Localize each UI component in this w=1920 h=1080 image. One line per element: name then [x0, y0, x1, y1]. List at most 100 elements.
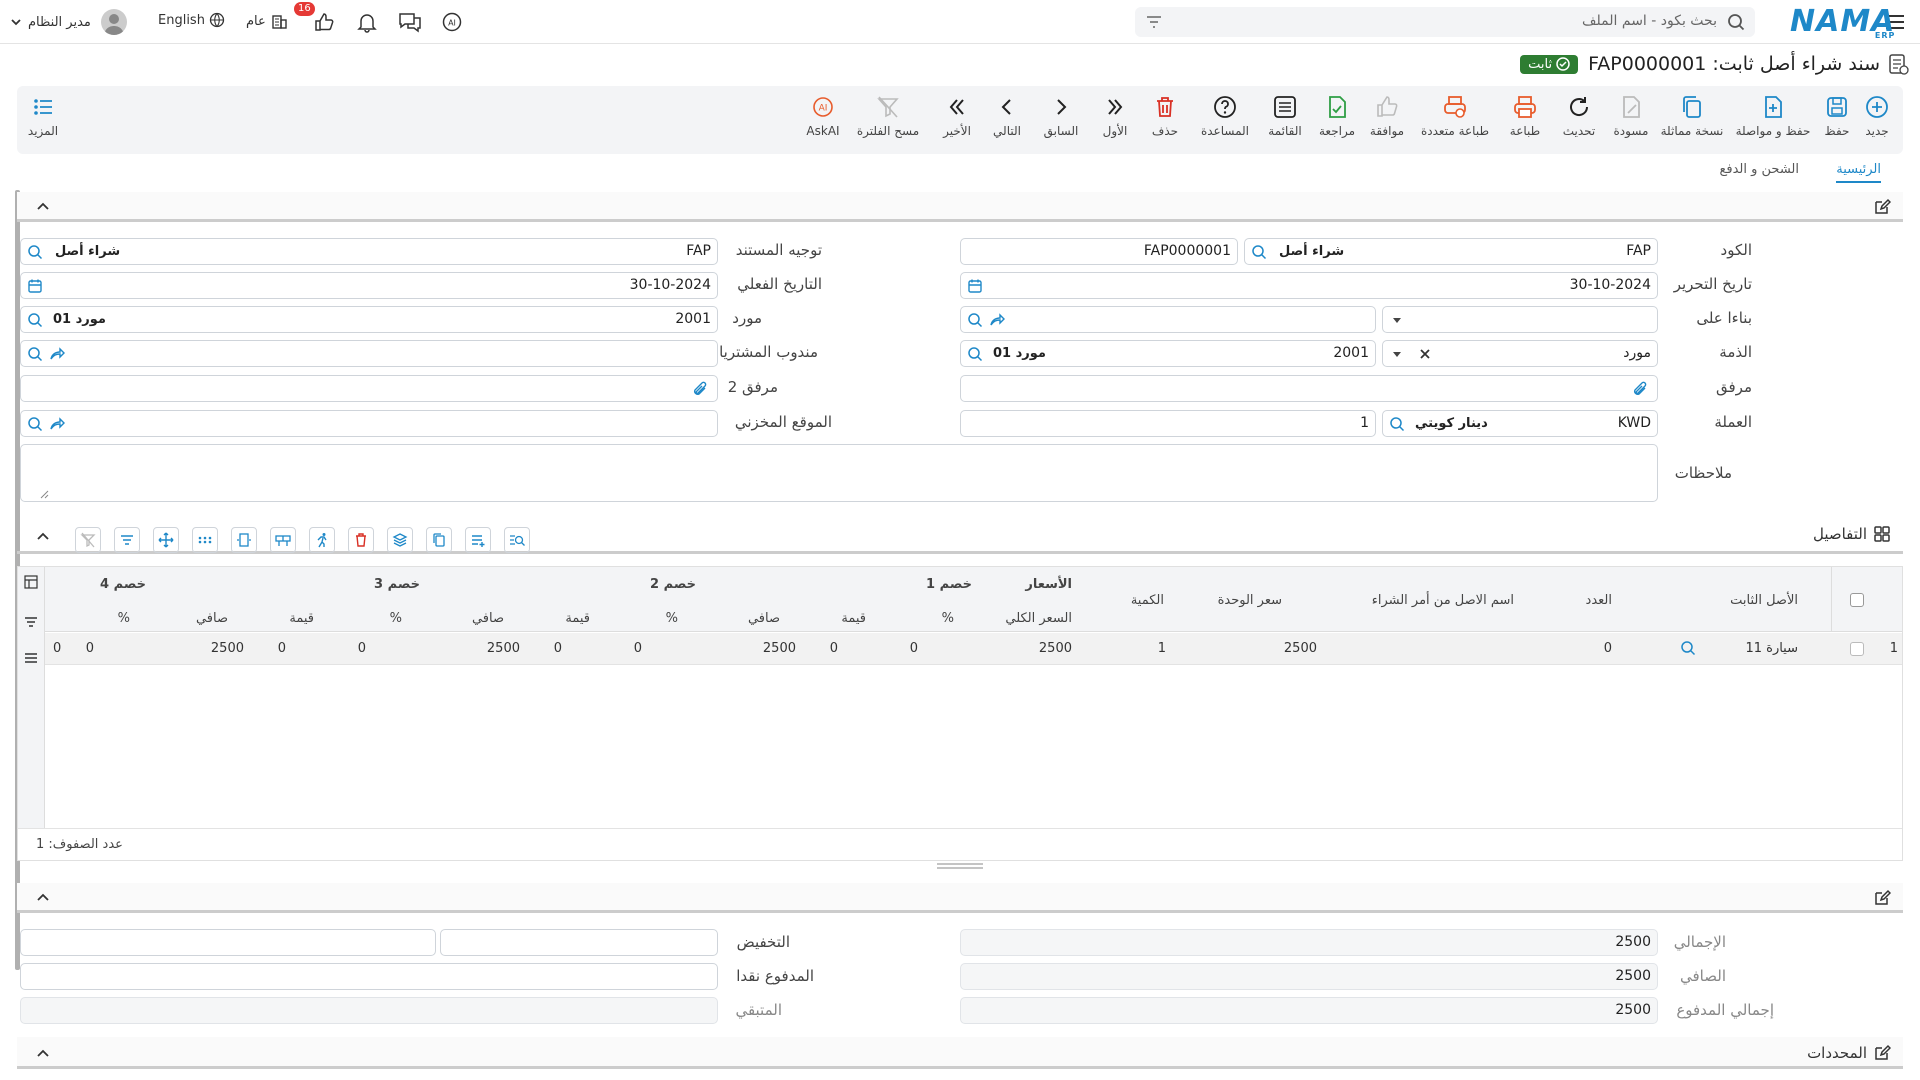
cell-disc1-pct[interactable]: 0	[910, 641, 918, 656]
currency-field[interactable]: KWD دينار كويتي	[1382, 410, 1658, 437]
col-asset[interactable]: الأصل الثابت	[1730, 593, 1798, 608]
cell-disc4-pct[interactable]: 0	[53, 641, 61, 656]
company-switch[interactable]: عام	[246, 12, 288, 30]
supplier-field[interactable]: 2001 مورد 01	[20, 306, 718, 333]
layers-icon[interactable]	[387, 527, 413, 553]
cell-disc2-value[interactable]: 0	[554, 641, 562, 656]
delete-button[interactable]: حذف	[1147, 94, 1183, 138]
chat-icon[interactable]	[398, 11, 422, 33]
cell-disc3-net[interactable]: 2500	[211, 641, 244, 656]
cell-count[interactable]: 0	[1604, 641, 1612, 656]
share-icon[interactable]	[989, 312, 1005, 328]
table-settings-icon[interactable]	[270, 527, 296, 553]
cell-total[interactable]: 2500	[1039, 641, 1072, 656]
move-icon[interactable]	[153, 527, 179, 553]
dots-grid-icon[interactable]	[192, 527, 218, 553]
notes-textarea[interactable]	[20, 444, 1658, 502]
first-button[interactable]: الأول	[1097, 94, 1133, 138]
user-menu[interactable]: مدير النظام	[10, 9, 127, 35]
lookup-icon[interactable]	[1680, 640, 1696, 656]
cell-qty[interactable]: 1	[1158, 641, 1166, 656]
search-icon[interactable]	[1727, 13, 1745, 31]
discount-value-field[interactable]	[20, 929, 436, 956]
col-disc1-pct[interactable]: %	[942, 611, 954, 626]
tab-main[interactable]: الرئيسية	[1836, 162, 1881, 183]
clear-icon[interactable]	[1417, 346, 1433, 362]
askai-button[interactable]: AI AskAI	[803, 94, 843, 138]
search-input[interactable]: بحث بكود - اسم الملف	[1582, 13, 1717, 29]
share-icon[interactable]	[49, 346, 65, 362]
calendar-icon[interactable]	[967, 278, 983, 294]
more-button[interactable]: المزيد	[25, 94, 61, 138]
chevron-up-icon[interactable]	[35, 198, 51, 214]
col-count[interactable]: العدد	[1586, 593, 1612, 608]
help-button[interactable]: المساعدة	[1199, 94, 1251, 138]
col-unit-price[interactable]: سعر الوحدة	[1218, 593, 1282, 608]
cell-asset[interactable]: سيارة 11	[1745, 641, 1798, 656]
refresh-button[interactable]: تحديث	[1559, 94, 1599, 138]
based-on-type-select[interactable]	[1382, 306, 1658, 333]
cell-unit-price[interactable]: 2500	[1284, 641, 1317, 656]
row-checkbox[interactable]	[1850, 642, 1864, 656]
new-button[interactable]: جديد	[1857, 94, 1897, 138]
cell-disc2-pct[interactable]: 0	[634, 641, 642, 656]
date-field[interactable]: 30-10-2024	[960, 272, 1658, 299]
language-switch[interactable]: English	[158, 12, 225, 28]
duplicate-button[interactable]: نسخة مماثلة	[1657, 94, 1727, 138]
col-po-name[interactable]: اسم الاصل من أمر الشراء	[1372, 593, 1514, 608]
chevron-up-icon[interactable]	[35, 1045, 51, 1061]
cell-disc4-value[interactable]: 0	[86, 641, 94, 656]
edit-icon[interactable]	[1873, 889, 1891, 907]
lookup-icon[interactable]	[27, 346, 43, 362]
bell-icon[interactable]	[356, 11, 378, 33]
last-button[interactable]: الأخير	[937, 94, 977, 138]
col-disc3-pct[interactable]: %	[390, 611, 402, 626]
lookup-icon[interactable]	[27, 312, 43, 328]
col-disc3-net[interactable]: صافي	[196, 611, 228, 626]
liability-account-field[interactable]: 2001 مورد 01	[960, 340, 1376, 367]
cash-paid-field[interactable]	[20, 963, 718, 990]
save-continue-button[interactable]: حفظ و مواصلة	[1731, 94, 1815, 138]
save-button[interactable]: حفظ	[1817, 94, 1857, 138]
select-all-checkbox[interactable]	[1850, 593, 1864, 607]
attachment2-field[interactable]	[20, 375, 718, 402]
chevron-up-icon[interactable]	[35, 528, 51, 544]
discount-percent-field[interactable]	[440, 929, 718, 956]
col-disc1-value[interactable]: قيمة	[841, 611, 866, 626]
ai-assistant-icon[interactable]: AI	[440, 11, 464, 33]
warehouse-field[interactable]	[20, 410, 718, 437]
lookup-icon[interactable]	[27, 416, 43, 432]
list-button[interactable]: القائمة	[1265, 94, 1305, 138]
currency-rate-field[interactable]: 1	[960, 410, 1376, 437]
col-disc2-net[interactable]: صافي	[472, 611, 504, 626]
col-disc1-net[interactable]: صافي	[748, 611, 780, 626]
clear-filter-button[interactable]: مسح الفلترة	[855, 94, 921, 138]
lookup-icon[interactable]	[1251, 244, 1267, 260]
nama-logo[interactable]: NAMA ERP	[1790, 4, 1895, 40]
cell-disc3-value[interactable]: 0	[278, 641, 286, 656]
add-row-icon[interactable]	[465, 527, 491, 553]
liability-type-select[interactable]: مورد	[1382, 340, 1658, 367]
approve-button[interactable]: موافقة	[1365, 94, 1409, 138]
document-number-field[interactable]: FAP0000001	[960, 238, 1238, 265]
lookup-icon[interactable]	[967, 346, 983, 362]
paperclip-icon[interactable]	[1631, 380, 1649, 398]
previous-button[interactable]: السابق	[1041, 94, 1081, 138]
code-field[interactable]: FAP شراء أصل	[1244, 238, 1658, 265]
calendar-icon[interactable]	[27, 278, 43, 294]
cell-disc1-value[interactable]: 0	[830, 641, 838, 656]
clear-filter-icon[interactable]	[75, 527, 101, 553]
delete-row-icon[interactable]	[348, 527, 374, 553]
actual-date-field[interactable]: 30-10-2024	[20, 272, 718, 299]
filter-icon[interactable]	[24, 615, 38, 629]
lookup-icon[interactable]	[1389, 416, 1405, 432]
run-icon[interactable]	[309, 527, 335, 553]
col-disc2-value[interactable]: قيمة	[565, 611, 590, 626]
table-row[interactable]: 1 سيارة 11 0 2500 1 2500 0 0 2500 0 0 25…	[45, 633, 1902, 665]
lookup-icon[interactable]	[967, 312, 983, 328]
edit-icon[interactable]	[1873, 1044, 1891, 1062]
search-rows-icon[interactable]	[504, 527, 530, 553]
columns-icon[interactable]	[24, 575, 38, 589]
direction-field[interactable]: FAP شراء أصل	[20, 238, 718, 265]
cell-disc1-net[interactable]: 2500	[763, 641, 796, 656]
